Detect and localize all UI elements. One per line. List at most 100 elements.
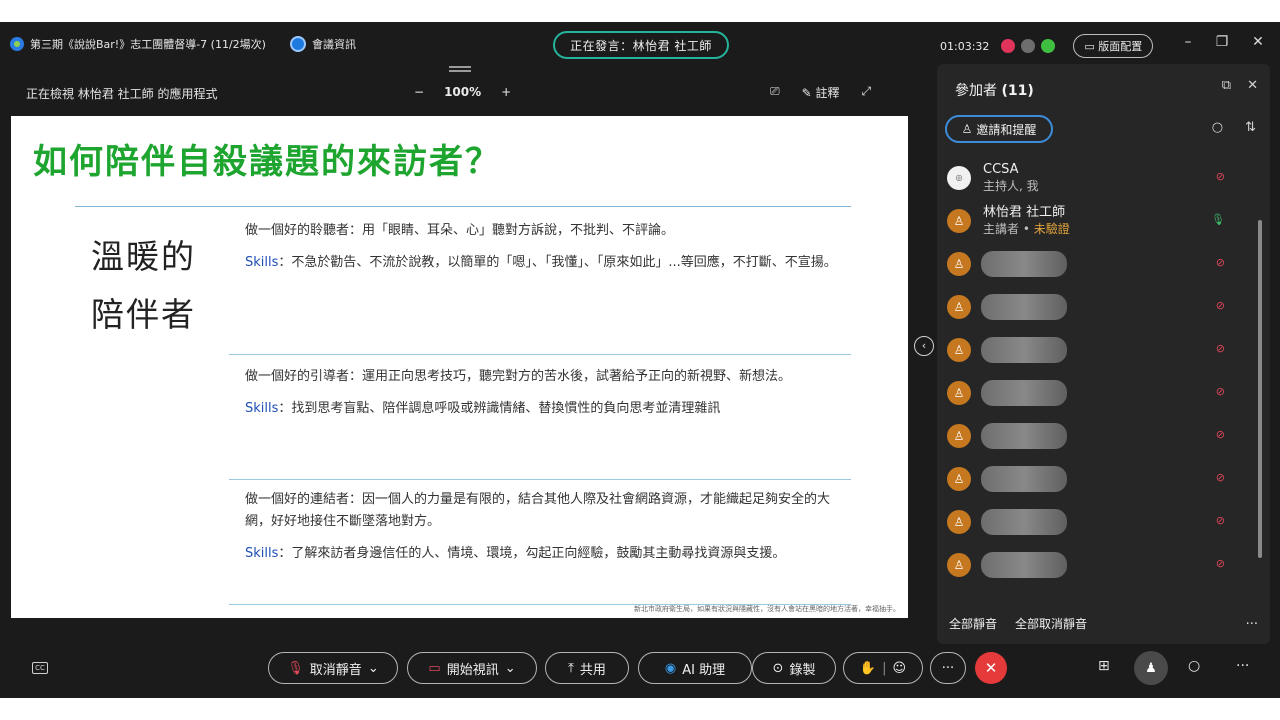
popout-icon[interactable]: ⧉: [1222, 78, 1231, 93]
participants-toggle-icon[interactable]: ♟: [1134, 651, 1168, 685]
apps-icon[interactable]: ⊞: [1098, 658, 1110, 674]
participants-panel: 參加者 (11) ⧉ ✕ ♙ 邀請和提醒 ○ ⇅ ◎ CCSA 主持人, 我 ⊘ ♙ 林怡君…: [937, 64, 1270, 644]
lock-status-icon: [1021, 39, 1036, 53]
sort-icon[interactable]: ⇅: [1245, 120, 1256, 135]
mic-muted-icon[interactable]: ⊘: [1216, 428, 1225, 441]
section-skills: Skills：不急於勸告、不流於說教，以簡單的「嗯」、「我懂」、「原來如此」..…: [245, 252, 855, 274]
close-panel-icon[interactable]: ✕: [1247, 78, 1258, 93]
unmute-all-button[interactable]: 全部取消靜音: [1015, 615, 1087, 632]
redacted-name: [981, 250, 1067, 277]
annotate-button[interactable]: ✎ 註釋: [802, 84, 840, 101]
panel-header-icons: ⧉ ✕: [1222, 78, 1258, 93]
panel-footer: 全部靜音 全部取消靜音: [949, 615, 1087, 632]
ai-assistant-icon: ◉: [664, 660, 677, 676]
restore-icon[interactable]: ❐: [1212, 34, 1232, 50]
avatar: ♙: [947, 423, 971, 448]
avatar: ♙: [947, 552, 971, 577]
participant-row[interactable]: ♙ ⊘: [945, 371, 1245, 414]
person-add-icon: ♙: [961, 122, 973, 136]
mic-muted-icon[interactable]: ⊘: [1216, 299, 1225, 312]
participant-row[interactable]: ♙ ⊘: [945, 242, 1245, 285]
participant-role: 主持人, 我: [983, 178, 1039, 194]
minimize-icon[interactable]: –: [1178, 34, 1198, 50]
meeting-controls: CC 🎙 取消靜音 ⌄ ▭ 開始視訊 ⌄ ⤒ 共用 ◉ AI 助理 ⊙ 錄製 ✋ | ☺ ··· …: [0, 646, 1280, 698]
remote-control-icon[interactable]: ⎚: [770, 84, 780, 101]
title-right: 01:03:32 ▭ 版面配置: [940, 34, 1154, 58]
participant-row[interactable]: ♙ ⊘: [945, 543, 1245, 586]
participant-row[interactable]: ◎ CCSA 主持人, 我 ⊘: [945, 156, 1245, 199]
meeting-timer: 01:03:32: [940, 39, 990, 53]
title-left: 第三期《說說Bar!》志工團體督導-7 (11/2場次) 會議資訊: [10, 36, 356, 52]
section-skills: Skills：找到思考盲點、陪伴調息呼吸或辨識情緒、替換慣性的負向思考並清理雜訊: [245, 398, 855, 420]
chevron-down-icon[interactable]: ⌄: [505, 661, 516, 676]
mic-muted-icon[interactable]: ⊘: [1216, 342, 1225, 355]
layout-button[interactable]: ▭ 版面配置: [1073, 34, 1154, 58]
expand-icon[interactable]: ⤢: [862, 84, 872, 101]
drag-handle[interactable]: [449, 66, 471, 72]
redacted-name: [981, 551, 1067, 578]
invite-button[interactable]: ♙ 邀請和提醒: [945, 115, 1053, 143]
participant-row[interactable]: ♙ 林怡君 社工師 主講者 • 未驗證 🎙: [945, 199, 1245, 242]
avatar: ♙: [947, 208, 971, 233]
redacted-name: [981, 508, 1067, 535]
participant-list: ◎ CCSA 主持人, 我 ⊘ ♙ 林怡君 社工師 主講者 • 未驗證 🎙 ♙ ⊘ ♙ ⊘ ♙ ⊘ ♙ ⊘ ♙ ⊘…: [945, 156, 1245, 602]
chevron-down-icon[interactable]: ⌄: [368, 661, 379, 676]
emoji-icon: ☺: [892, 660, 907, 676]
zoom-in-button[interactable]: +: [501, 85, 511, 99]
meeting-info-link[interactable]: 會議資訊: [312, 36, 356, 52]
ai-assistant-button[interactable]: ◉ AI 助理: [638, 652, 752, 684]
section-text: 做一個好的聆聽者：用「眼睛、耳朵、心」聽對方訴說，不批判、不評論。: [245, 223, 675, 238]
divider: [75, 206, 851, 207]
chat-icon[interactable]: ○: [1188, 658, 1200, 674]
more-button[interactable]: ···: [930, 652, 966, 684]
mic-muted-icon[interactable]: ⊘: [1216, 557, 1225, 570]
title-bar: 第三期《說說Bar!》志工團體督導-7 (11/2場次) 會議資訊 正在發言：林…: [0, 22, 1280, 68]
invite-label: 邀請和提醒: [976, 122, 1037, 137]
mic-muted-icon: 🎙: [287, 660, 304, 676]
panel-tools: ○ ⇅: [1212, 120, 1256, 135]
participant-scrollbar[interactable]: [1258, 220, 1262, 558]
start-video-button[interactable]: ▭ 開始視訊 ⌄: [407, 652, 537, 684]
avatar: ♙: [947, 466, 971, 491]
mic-muted-icon[interactable]: ⊘: [1216, 385, 1225, 398]
webex-logo-icon: [10, 37, 24, 51]
captions-icon[interactable]: CC: [32, 662, 48, 674]
mute-all-button[interactable]: 全部靜音: [949, 615, 997, 632]
video-label: 開始視訊: [446, 662, 499, 678]
video-off-icon: ▭: [428, 660, 441, 676]
mic-muted-icon[interactable]: ⊘: [1216, 256, 1225, 269]
participant-role: 主講者 • 未驗證: [983, 221, 1070, 237]
slide-section: 做一個好的聆聽者：用「眼睛、耳朵、心」聽對方訴說，不批判、不評論。 Skills…: [245, 220, 855, 284]
collapse-panel-icon[interactable]: ‹: [914, 336, 934, 356]
slide-side-label: 溫暖的 陪伴者: [91, 228, 196, 344]
zoom-out-button[interactable]: −: [414, 85, 424, 99]
more-options-icon[interactable]: ···: [1246, 617, 1258, 632]
participant-row[interactable]: ♙ ⊘: [945, 414, 1245, 457]
shield-icon[interactable]: [289, 36, 306, 52]
share-button[interactable]: ⤒ 共用: [545, 652, 629, 684]
annotate-label: 註釋: [815, 86, 840, 100]
participant-row[interactable]: ♙ ⊘: [945, 457, 1245, 500]
slide-section: 做一個好的引導者：運用正向思考技巧，聽完對方的苦水後，試著給予正向的新視野、新想…: [245, 366, 855, 430]
participant-row[interactable]: ♙ ⊘: [945, 328, 1245, 371]
record-button[interactable]: ⊙ 錄製: [752, 652, 836, 684]
section-text: 做一個好的連結者：因一個人的力量是有限的，結合其他人際及社會網路資源，才能織起足…: [245, 492, 831, 529]
unmute-button[interactable]: 🎙 取消靜音 ⌄: [268, 652, 398, 684]
search-icon[interactable]: ○: [1212, 120, 1223, 135]
mic-on-icon[interactable]: 🎙: [1211, 213, 1225, 226]
redacted-name: [981, 379, 1067, 406]
unverified-badge: 未驗證: [1033, 221, 1070, 236]
participant-row[interactable]: ♙ ⊘: [945, 285, 1245, 328]
mic-muted-icon[interactable]: ⊘: [1216, 170, 1225, 183]
avatar: ♙: [947, 509, 971, 534]
mic-muted-icon[interactable]: ⊘: [1216, 471, 1225, 484]
side-label-line2: 陪伴者: [91, 295, 196, 334]
reactions-button[interactable]: ✋ | ☺: [843, 652, 923, 684]
avatar: ♙: [947, 337, 971, 362]
close-icon[interactable]: ✕: [1248, 34, 1268, 50]
participant-row[interactable]: ♙ ⊘: [945, 500, 1245, 543]
mic-muted-icon[interactable]: ⊘: [1216, 514, 1225, 527]
end-call-button[interactable]: ✕: [975, 652, 1007, 684]
redacted-name: [981, 293, 1067, 320]
more-menu-icon[interactable]: ···: [1236, 658, 1249, 674]
